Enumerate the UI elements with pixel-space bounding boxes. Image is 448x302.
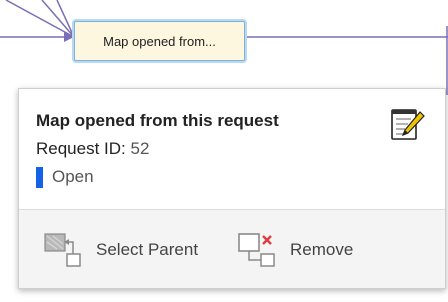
edit-note-icon[interactable]	[389, 106, 425, 142]
edge-diagonal-1	[5, 0, 75, 38]
map-node-selected[interactable]: Map opened from...	[74, 21, 245, 61]
request-id-label: Request ID:	[36, 139, 126, 158]
remove-label: Remove	[290, 240, 354, 259]
remove-button[interactable]: Remove	[237, 232, 353, 268]
request-id-value: 52	[130, 139, 150, 158]
edge-diagonal-3	[56, 0, 75, 38]
card-actions: Select Parent Remove	[19, 209, 445, 288]
card-body: Map opened from this request Request ID:…	[19, 89, 445, 209]
select-parent-icon	[44, 233, 81, 267]
card-title: Map opened from this request	[36, 111, 279, 130]
select-parent-button[interactable]: Select Parent	[43, 232, 198, 268]
status-text: Open	[52, 167, 94, 186]
status-indicator	[36, 166, 43, 188]
request-id-line: Request ID: 52	[36, 139, 149, 159]
map-node-label: Map opened from...	[103, 33, 216, 49]
status-row: Open	[36, 166, 94, 188]
request-popup-card: Map opened from this request Request ID:…	[18, 88, 446, 289]
select-parent-label: Select Parent	[96, 240, 199, 259]
edge-diagonal-2	[41, 0, 75, 38]
remove-icon	[238, 233, 275, 267]
